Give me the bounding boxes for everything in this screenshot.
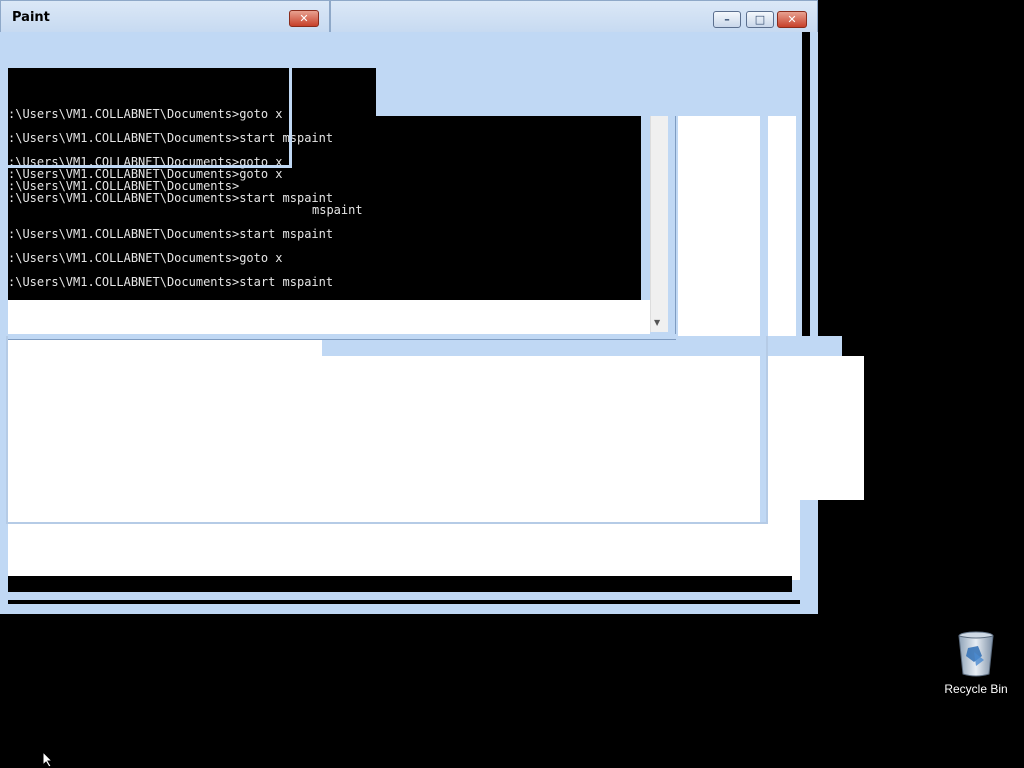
close-icon: ✕ bbox=[299, 12, 309, 25]
close-icon: ✕ bbox=[787, 13, 797, 26]
scroll-down-arrow-icon[interactable]: ▼ bbox=[654, 318, 660, 327]
console-scroll-area bbox=[8, 300, 650, 334]
console-line: mspaint bbox=[312, 203, 363, 217]
console-line: :\Users\VM1.COLLABNET\Documents>start ms… bbox=[8, 275, 334, 289]
console-frame-edge bbox=[668, 116, 676, 340]
inner-frame-outline bbox=[6, 336, 768, 524]
console-line: :\Users\VM1.COLLABNET\Documents>goto x bbox=[8, 251, 283, 265]
ghost-window-outline bbox=[0, 30, 292, 168]
window-title-bar[interactable] bbox=[330, 0, 818, 32]
recycle-bin-shortcut[interactable]: Recycle Bin bbox=[940, 630, 1012, 702]
frame-gap bbox=[8, 600, 800, 604]
recycle-bin-label: Recycle Bin bbox=[944, 682, 1008, 696]
console-line: :\Users\VM1.COLLABNET\Documents>start ms… bbox=[8, 191, 334, 205]
close-button[interactable]: ✕ bbox=[777, 11, 807, 28]
right-black-bar bbox=[802, 30, 810, 336]
frame-bottom-edge bbox=[0, 592, 800, 600]
mouse-pointer-icon bbox=[42, 751, 54, 768]
right-panel-strip bbox=[678, 116, 760, 336]
right-edge-strip bbox=[768, 116, 796, 336]
maximize-button[interactable]: □ bbox=[746, 11, 774, 28]
minimize-button[interactable]: – bbox=[713, 11, 741, 28]
window-title: Paint bbox=[12, 10, 50, 25]
maximize-icon: □ bbox=[754, 13, 766, 26]
console-bottom-edge bbox=[8, 334, 676, 340]
recycle-bin-icon bbox=[958, 631, 994, 677]
console-scrollbar[interactable] bbox=[650, 116, 668, 332]
black-strip bbox=[8, 576, 792, 592]
console-line: :\Users\VM1.COLLABNET\Documents>start ms… bbox=[8, 227, 334, 241]
close-button-left[interactable]: ✕ bbox=[289, 10, 319, 27]
minimize-icon: – bbox=[724, 13, 730, 26]
